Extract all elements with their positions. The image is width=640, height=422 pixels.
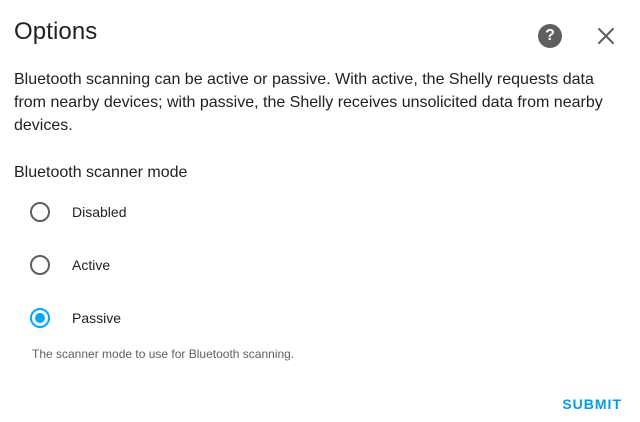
radio-button-passive[interactable] [30,308,50,328]
radio-button-active[interactable] [30,255,50,275]
submit-button[interactable]: SUBMIT [562,396,622,412]
options-dialog: Options ? Bluetooth scanning can be acti… [0,0,640,422]
radio-label-active: Active [72,257,111,273]
radio-option-active[interactable]: Active [26,249,110,281]
helper-text: The scanner mode to use for Bluetooth sc… [32,347,295,361]
radio-option-passive[interactable]: Passive [26,302,121,334]
help-icon[interactable]: ? [538,24,562,48]
radio-option-disabled[interactable]: Disabled [26,196,126,228]
radio-label-passive: Passive [72,310,122,326]
dialog-description: Bluetooth scanning can be active or pass… [14,71,603,134]
dialog-title: Options [14,18,98,45]
radio-label-disabled: Disabled [72,204,127,220]
close-icon[interactable] [594,24,618,48]
close-icon-glyph [598,28,614,44]
radio-button-disabled[interactable] [30,202,50,222]
scanner-mode-label: Bluetooth scanner mode [14,164,188,181]
